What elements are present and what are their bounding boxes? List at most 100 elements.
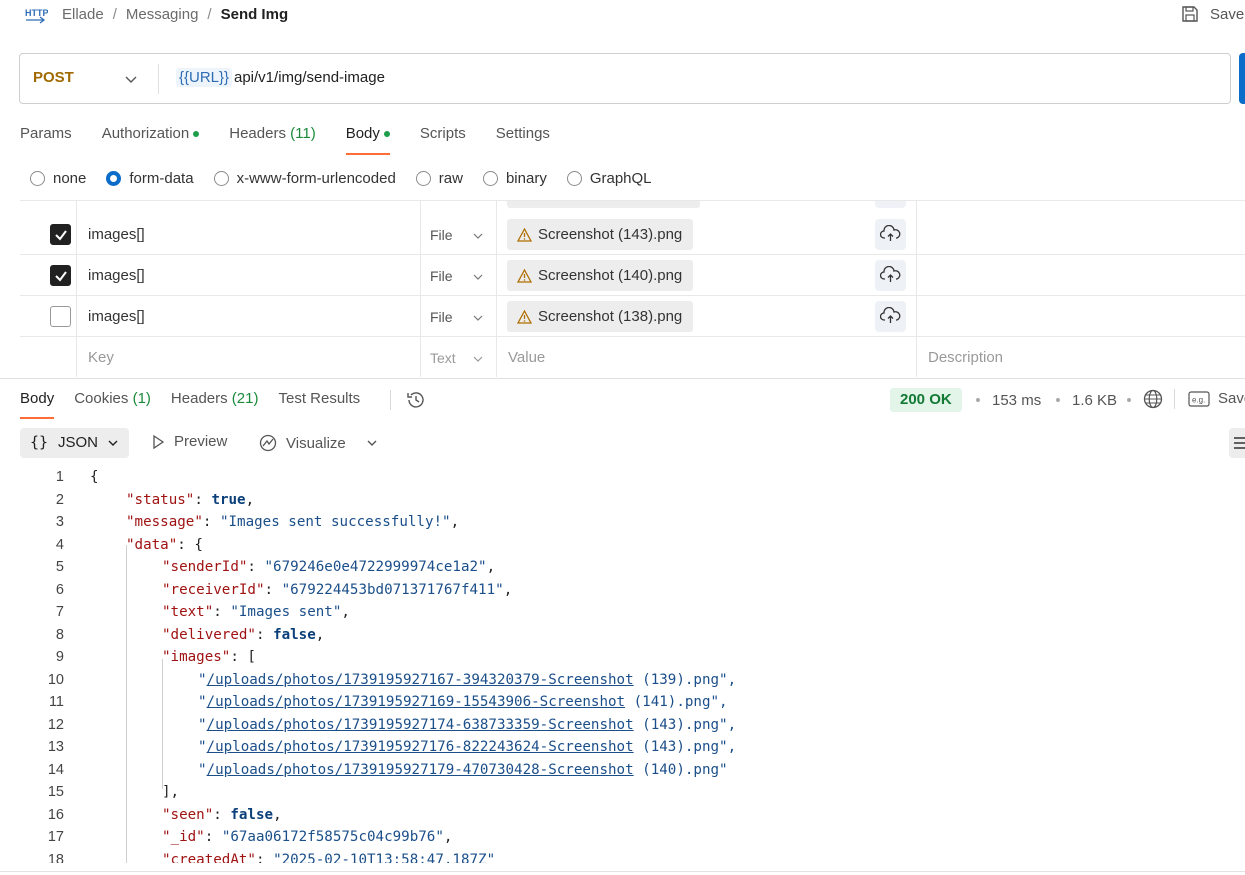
tab-scripts[interactable]: Scripts	[420, 125, 466, 155]
radio-none[interactable]: none	[30, 170, 86, 187]
chevron-down-icon[interactable]	[365, 436, 379, 450]
tab-label: Settings	[495, 125, 550, 142]
url-variable[interactable]: {{URL}}	[176, 68, 233, 87]
svg-text:HTTP: HTTP	[25, 8, 48, 18]
image-url-link[interactable]: "/uploads/photos/1739195927174-638733359…	[198, 717, 736, 733]
image-url-link[interactable]: "/uploads/photos/1739195927176-822243624…	[198, 739, 736, 755]
tab-response-headers[interactable]: Headers (21)	[171, 390, 259, 419]
preview-button[interactable]: Preview	[150, 433, 227, 450]
globe-icon[interactable]	[1142, 388, 1164, 410]
radio-circle	[482, 171, 498, 186]
code-text: "createdAt": "2025-02-10T13:58:47.187Z"	[162, 852, 496, 863]
tab-settings[interactable]: Settings	[496, 125, 550, 155]
tab-authorization[interactable]: Authorization	[102, 125, 200, 155]
line-number: 18	[47, 852, 64, 863]
file-chip[interactable]: Screenshot (143).png	[507, 219, 694, 250]
divider	[158, 64, 159, 94]
type-select[interactable]: File	[430, 227, 453, 243]
radio-urlencoded[interactable]: x-www-form-urlencoded	[213, 170, 396, 187]
row-checkbox[interactable]	[50, 306, 71, 327]
response-time[interactable]: 153 ms	[992, 392, 1041, 409]
visualize-button[interactable]: Visualize	[258, 433, 346, 453]
table-row: images[] File Screenshot (138).png	[20, 296, 1245, 337]
chevron-down-icon[interactable]	[472, 353, 484, 365]
upload-button[interactable]	[875, 301, 906, 332]
dot-separator	[1056, 398, 1060, 402]
upload-button[interactable]	[875, 219, 906, 250]
send-button[interactable]	[1239, 53, 1245, 104]
image-url-link[interactable]: "/uploads/photos/1739195927179-470730428…	[198, 762, 728, 778]
tab-label: Params	[20, 125, 72, 142]
table-row-new: Key Text Value Description	[20, 337, 1245, 377]
line-number: 1	[55, 469, 64, 485]
chevron-down-icon	[108, 440, 118, 446]
image-url-link[interactable]: "/uploads/photos/1739195927167-394320379…	[198, 672, 736, 688]
chevron-down-icon[interactable]	[472, 312, 484, 324]
row-checkbox[interactable]	[50, 224, 71, 245]
tab-label: Body	[20, 390, 55, 407]
wrap-lines-button[interactable]	[1229, 428, 1245, 458]
cloud-upload-icon	[880, 307, 901, 323]
file-chip[interactable]: Screenshot (140).png	[507, 260, 694, 291]
divider	[1174, 389, 1175, 409]
response-size[interactable]: 1.6 KB	[1072, 392, 1117, 409]
description-input[interactable]: Description	[928, 349, 1003, 366]
radio-graphql[interactable]: GraphQL	[566, 170, 652, 187]
url-input[interactable]: api/v1/img/send-image	[234, 69, 385, 86]
tab-params[interactable]: Params	[20, 125, 72, 155]
radio-binary[interactable]: binary	[482, 170, 547, 187]
history-icon[interactable]	[405, 389, 427, 411]
method-select[interactable]: POST	[33, 69, 74, 86]
upload-button[interactable]	[875, 201, 906, 208]
key-input[interactable]: Key	[88, 349, 114, 366]
key-field[interactable]: images[]	[88, 226, 145, 243]
tab-test-results[interactable]: Test Results	[278, 390, 360, 419]
chevron-down-icon[interactable]	[123, 71, 139, 87]
radio-label: form-data	[129, 170, 194, 187]
image-url-link[interactable]: "/uploads/photos/1739195927169-15543906-…	[198, 694, 728, 710]
file-chip[interactable]: Screenshot (138).png	[507, 301, 694, 332]
response-body-viewer[interactable]: 1 { 2 "status": true, 3 "message": "Images …	[0, 467, 1245, 863]
row-checkbox[interactable]	[50, 265, 71, 286]
warning-icon	[517, 309, 532, 324]
type-select[interactable]: Text	[430, 350, 456, 366]
top-bar: HTTP Ellade / Messaging / Send Img Save	[0, 0, 1245, 32]
radio-form-data[interactable]: form-data	[106, 170, 194, 187]
line-number: 13	[47, 739, 64, 755]
radio-circle	[30, 171, 45, 186]
format-select[interactable]: {} JSON	[20, 428, 129, 458]
tab-cookies[interactable]: Cookies (1)	[74, 390, 151, 419]
code-text: "data": {	[126, 537, 203, 553]
value-input[interactable]: Value	[508, 349, 545, 366]
code-text: {	[90, 469, 99, 485]
key-field[interactable]: images[]	[88, 267, 145, 284]
type-select[interactable]: File	[430, 309, 453, 325]
upload-button[interactable]	[875, 260, 906, 291]
file-chip[interactable]	[507, 201, 700, 208]
line-number: 2	[55, 492, 64, 508]
save-button[interactable]: Save	[1180, 4, 1244, 24]
breadcrumb-request[interactable]: Send Img	[221, 6, 289, 23]
tab-label: Authorization	[101, 125, 190, 142]
status-badge[interactable]: 200 OK	[890, 388, 962, 412]
code-text: "message": "Images sent successfully!",	[126, 514, 460, 530]
tab-body[interactable]: Body	[345, 125, 391, 155]
type-select[interactable]: File	[430, 268, 453, 284]
tab-label: Test Results	[278, 390, 361, 407]
breadcrumb-folder[interactable]: Messaging	[126, 6, 199, 23]
radio-label: raw	[438, 170, 463, 187]
tab-response-body[interactable]: Body	[20, 390, 55, 419]
chevron-down-icon[interactable]	[472, 230, 484, 242]
tab-headers[interactable]: Headers (11)	[229, 125, 315, 155]
code-text: "images": [	[162, 649, 256, 665]
breadcrumb-workspace[interactable]: Ellade	[62, 6, 104, 23]
format-label: JSON	[58, 434, 99, 451]
tab-label: Headers	[170, 390, 228, 407]
code-text: "_id": "67aa06172f58575c04c99b76",	[162, 829, 453, 845]
line-number: 15	[47, 784, 64, 800]
radio-raw[interactable]: raw	[415, 170, 463, 187]
chevron-down-icon[interactable]	[472, 271, 484, 283]
save-response-button[interactable]: e.g. Save	[1188, 390, 1245, 407]
key-field[interactable]: images[]	[88, 308, 145, 325]
tab-count: (21)	[231, 390, 259, 407]
